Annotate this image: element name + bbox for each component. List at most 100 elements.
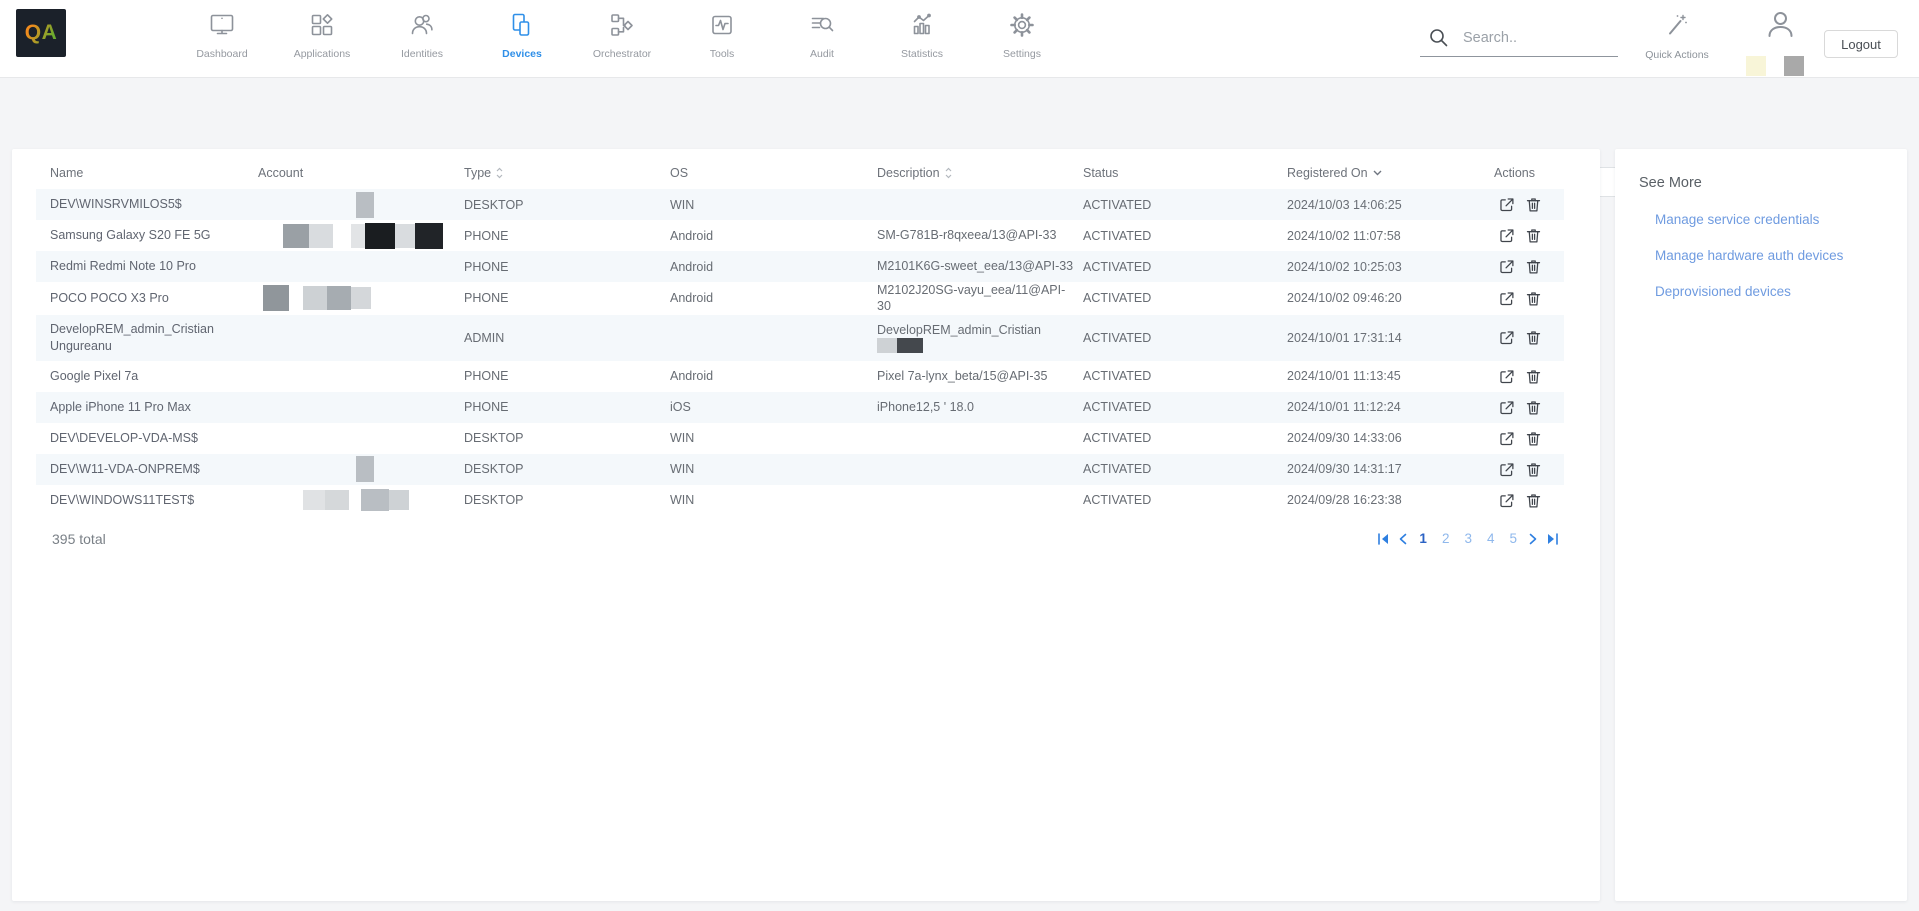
manage-service-credentials-link[interactable]: Manage service credentials <box>1655 211 1883 229</box>
open-device-icon[interactable] <box>1498 290 1515 307</box>
device-name: DEV\WINDOWS11TEST$ <box>36 492 258 509</box>
device-name: POCO POCO X3 Pro <box>36 290 258 307</box>
table-row[interactable]: Google Pixel 7a PHONE Android Pixel 7a-l… <box>36 361 1564 392</box>
device-name: DEV\W11-VDA-ONPREM$ <box>36 461 258 478</box>
deprovisioned-devices-link[interactable]: Deprovisioned devices <box>1655 283 1883 301</box>
device-type: DESKTOP <box>464 462 670 476</box>
column-header-account[interactable]: Account <box>258 166 464 180</box>
device-account <box>258 489 464 511</box>
delete-device-icon[interactable] <box>1525 329 1542 346</box>
table-row[interactable]: DEV\WINDOWS11TEST$ DESKTOP WIN ACTIVATED… <box>36 485 1564 516</box>
user-avatar-icon[interactable] <box>1765 9 1796 45</box>
device-status: ACTIVATED <box>1083 331 1287 345</box>
device-type: PHONE <box>464 369 670 383</box>
global-search-icon[interactable] <box>1428 27 1450 54</box>
device-type: DESKTOP <box>464 198 670 212</box>
column-header-registered-on[interactable]: Registered On <box>1287 166 1494 180</box>
device-type: DESKTOP <box>464 431 670 445</box>
open-device-icon[interactable] <box>1498 258 1515 275</box>
table-row[interactable]: Apple iPhone 11 Pro Max PHONE iOS iPhone… <box>36 392 1564 423</box>
nav-item-settings[interactable]: Settings <box>972 0 1072 78</box>
total-count-label: 395 total <box>52 531 106 547</box>
delete-device-icon[interactable] <box>1525 430 1542 447</box>
column-header-description[interactable]: Description <box>877 166 1083 180</box>
row-actions <box>1494 399 1564 416</box>
open-device-icon[interactable] <box>1498 430 1515 447</box>
table-row[interactable]: DEV\W11-VDA-ONPREM$ DESKTOP WIN ACTIVATE… <box>36 454 1564 485</box>
first-page-icon[interactable] <box>1376 533 1390 545</box>
open-device-icon[interactable] <box>1498 399 1515 416</box>
next-page-icon[interactable] <box>1529 533 1537 545</box>
column-header-type[interactable]: Type <box>464 166 670 180</box>
device-name: DEV\DEVELOP-VDA-MS$ <box>36 430 258 447</box>
quick-actions-label: Quick Actions <box>1645 49 1709 61</box>
device-registered-on: 2024/10/02 10:25:03 <box>1287 260 1494 274</box>
delete-device-icon[interactable] <box>1525 196 1542 213</box>
nav-item-identities[interactable]: Identities <box>372 0 472 78</box>
device-status: ACTIVATED <box>1083 291 1287 305</box>
table-row[interactable]: DevelopREM_admin_Cristian Ungureanu ADMI… <box>36 315 1564 361</box>
open-device-icon[interactable] <box>1498 329 1515 346</box>
table-footer: 395 total 1 2 3 4 5 <box>12 531 1600 547</box>
device-registered-on: 2024/09/30 14:33:06 <box>1287 431 1494 445</box>
open-device-icon[interactable] <box>1498 227 1515 244</box>
column-header-os[interactable]: OS <box>670 166 877 180</box>
device-name: Redmi Redmi Note 10 Pro <box>36 258 258 275</box>
device-status: ACTIVATED <box>1083 229 1287 243</box>
delete-device-icon[interactable] <box>1525 227 1542 244</box>
device-description: iPhone12,5 ' 18.0 <box>877 399 1083 415</box>
device-type: PHONE <box>464 400 670 414</box>
last-page-icon[interactable] <box>1546 533 1560 545</box>
row-actions <box>1494 461 1564 478</box>
device-account <box>258 223 464 249</box>
table-row[interactable]: Samsung Galaxy S20 FE 5G PHONE Android S… <box>36 220 1564 251</box>
previous-page-icon[interactable] <box>1399 533 1407 545</box>
device-type: PHONE <box>464 291 670 305</box>
device-account <box>258 456 464 482</box>
table-row[interactable]: DEV\DEVELOP-VDA-MS$ DESKTOP WIN ACTIVATE… <box>36 423 1564 454</box>
nav-item-audit[interactable]: Audit <box>772 0 872 78</box>
table-row[interactable]: Redmi Redmi Note 10 Pro PHONE Android M2… <box>36 251 1564 282</box>
delete-device-icon[interactable] <box>1525 258 1542 275</box>
delete-device-icon[interactable] <box>1525 290 1542 307</box>
column-header-status[interactable]: Status <box>1083 166 1287 180</box>
page-number-4[interactable]: 4 <box>1484 531 1498 546</box>
table-row[interactable]: DEV\WINSRVMILOS5$ DESKTOP WIN ACTIVATED … <box>36 189 1564 220</box>
delete-device-icon[interactable] <box>1525 368 1542 385</box>
device-type: PHONE <box>464 260 670 274</box>
nav-item-applications[interactable]: Applications <box>272 0 372 78</box>
delete-device-icon[interactable] <box>1525 492 1542 509</box>
delete-device-icon[interactable] <box>1525 399 1542 416</box>
column-header-name[interactable]: Name <box>36 166 258 180</box>
row-actions <box>1494 196 1564 213</box>
page-number-3[interactable]: 3 <box>1461 531 1475 546</box>
breadcrumb-toolbar-row: Home / Devices 10 items per page All Tim… <box>0 78 1919 149</box>
dashboard-monitor-icon <box>209 12 235 43</box>
nav-item-orchestrator[interactable]: Orchestrator <box>572 0 672 78</box>
nav-item-dashboard[interactable]: Dashboard <box>172 0 272 78</box>
app-logo[interactable]: QA <box>16 9 66 57</box>
device-registered-on: 2024/10/02 09:46:20 <box>1287 291 1494 305</box>
open-device-icon[interactable] <box>1498 368 1515 385</box>
pagination: 1 2 3 4 5 <box>1376 531 1560 546</box>
open-device-icon[interactable] <box>1498 461 1515 478</box>
sort-desc-icon <box>1373 170 1382 176</box>
device-status: ACTIVATED <box>1083 431 1287 445</box>
device-account <box>258 285 464 311</box>
quick-actions-button[interactable]: Quick Actions <box>1638 0 1716 78</box>
table-row[interactable]: POCO POCO X3 Pro PHONE Android M2102J20S… <box>36 282 1564 315</box>
global-search-input[interactable]: Search.. <box>1463 30 1517 46</box>
open-device-icon[interactable] <box>1498 196 1515 213</box>
settings-gear-icon <box>1009 12 1035 43</box>
page-number-5[interactable]: 5 <box>1506 531 1520 546</box>
nav-item-statistics[interactable]: Statistics <box>872 0 972 78</box>
manage-hardware-auth-devices-link[interactable]: Manage hardware auth devices <box>1655 247 1883 265</box>
nav-item-tools[interactable]: Tools <box>672 0 772 78</box>
page-number-2[interactable]: 2 <box>1439 531 1453 546</box>
nav-item-devices[interactable]: Devices <box>472 0 572 78</box>
tools-pulse-icon <box>709 12 735 43</box>
logout-button[interactable]: Logout <box>1824 30 1898 58</box>
open-device-icon[interactable] <box>1498 492 1515 509</box>
delete-device-icon[interactable] <box>1525 461 1542 478</box>
page-number-1[interactable]: 1 <box>1416 531 1430 546</box>
